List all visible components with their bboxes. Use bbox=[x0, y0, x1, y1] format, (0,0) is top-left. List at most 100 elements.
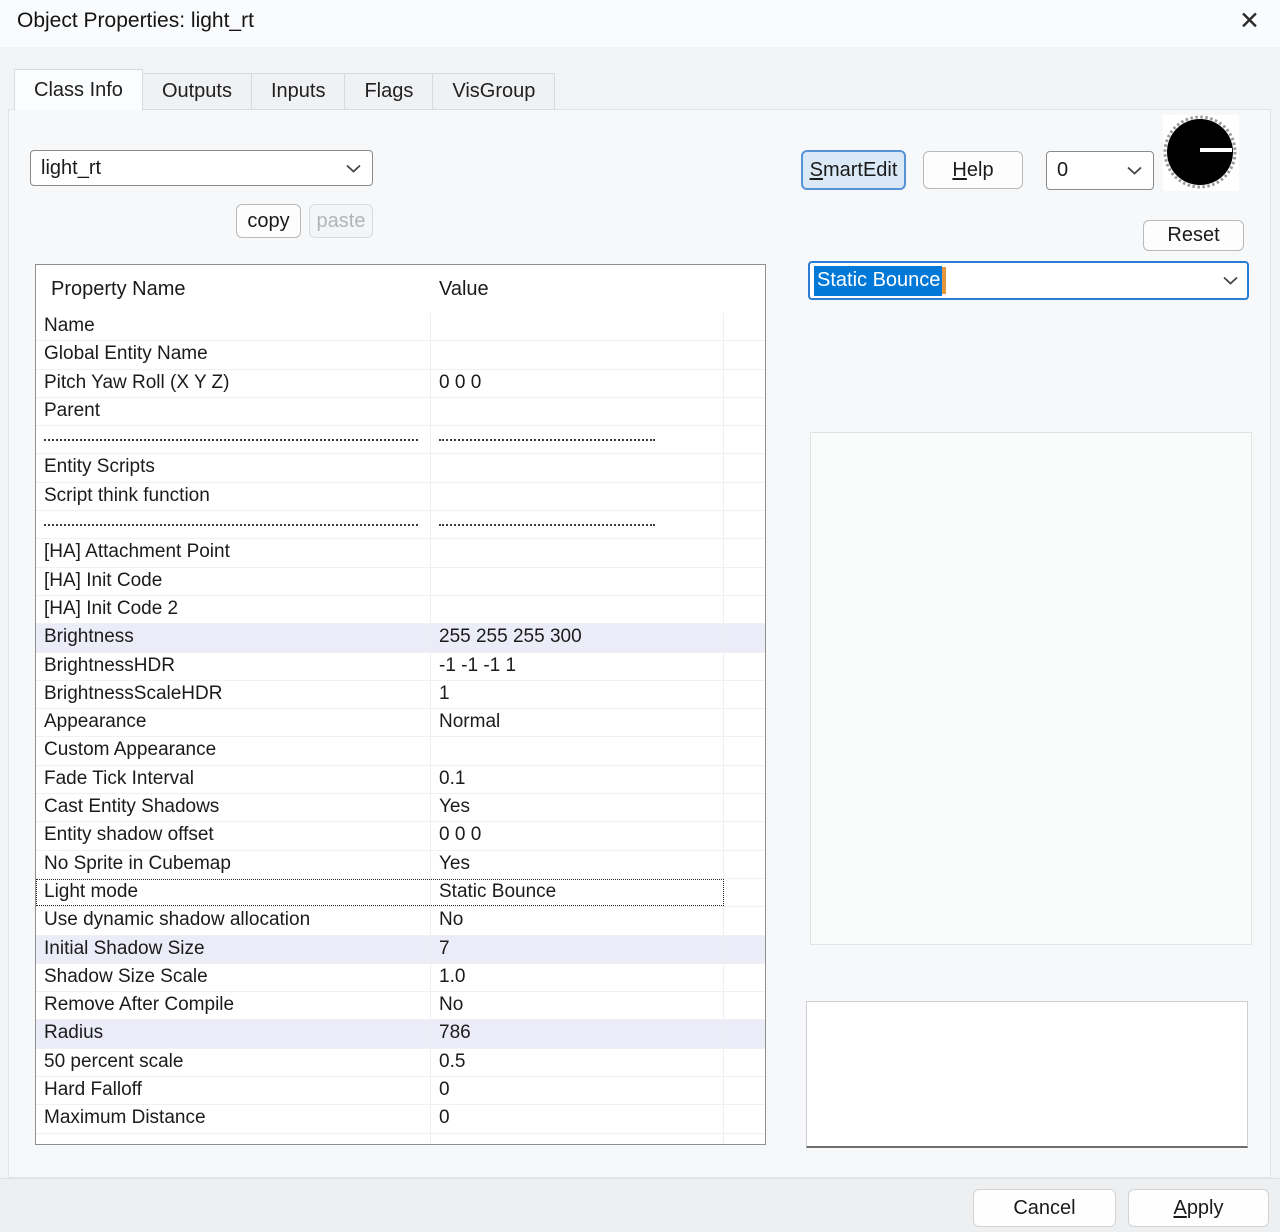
tab-class-info[interactable]: Class Info bbox=[14, 69, 143, 111]
property-row[interactable]: Brightness255 255 255 300 bbox=[36, 624, 765, 652]
property-value-cell[interactable]: 0.1 bbox=[431, 766, 724, 793]
property-row[interactable]: [HA] Attachment Point bbox=[36, 539, 765, 567]
angles-combobox[interactable]: 0 bbox=[1046, 151, 1154, 190]
property-row[interactable]: Global Entity Name bbox=[36, 341, 765, 369]
property-row[interactable]: Entity Scripts bbox=[36, 454, 765, 482]
property-row[interactable]: Parent bbox=[36, 398, 765, 426]
property-value-cell[interactable]: 255 255 255 300 bbox=[431, 624, 724, 651]
property-value-cell[interactable]: 0 0 0 bbox=[431, 822, 724, 849]
property-name-cell[interactable]: Name bbox=[36, 313, 431, 340]
property-value-cell[interactable]: 0 bbox=[431, 1077, 724, 1104]
property-row[interactable]: 50 percent scale0.5 bbox=[36, 1049, 765, 1077]
tab-visgroup[interactable]: VisGroup bbox=[433, 73, 555, 110]
property-row[interactable] bbox=[36, 1134, 765, 1145]
property-value-cell[interactable]: 1 bbox=[431, 681, 724, 708]
property-name-cell[interactable]: [HA] Init Code 2 bbox=[36, 596, 431, 623]
property-row[interactable]: Use dynamic shadow allocationNo bbox=[36, 907, 765, 935]
cancel-button[interactable]: Cancel bbox=[973, 1189, 1116, 1227]
property-name-cell[interactable]: Remove After Compile bbox=[36, 992, 431, 1019]
property-name-cell[interactable]: Parent bbox=[36, 398, 431, 425]
property-row[interactable]: Light modeStatic Bounce bbox=[36, 879, 765, 907]
property-row[interactable]: Pitch Yaw Roll (X Y Z)0 0 0 bbox=[36, 370, 765, 398]
property-value-cell[interactable]: No bbox=[431, 992, 724, 1019]
property-value-cell[interactable]: Normal bbox=[431, 709, 724, 736]
smartedit-button[interactable]: SmartEdit bbox=[801, 150, 906, 190]
property-row[interactable]: Shadow Size Scale1.0 bbox=[36, 964, 765, 992]
property-value-cell[interactable]: 0 bbox=[431, 1105, 724, 1132]
property-value-cell[interactable]: No bbox=[431, 907, 724, 934]
comments-input[interactable] bbox=[806, 1001, 1248, 1148]
property-row[interactable]: Cast Entity ShadowsYes bbox=[36, 794, 765, 822]
property-name-cell[interactable]: Pitch Yaw Roll (X Y Z) bbox=[36, 370, 431, 397]
copy-button[interactable]: copy bbox=[236, 204, 301, 238]
property-name-cell[interactable]: No Sprite in Cubemap bbox=[36, 851, 431, 878]
property-name-cell[interactable]: Shadow Size Scale bbox=[36, 964, 431, 991]
property-name-cell[interactable]: Initial Shadow Size bbox=[36, 936, 431, 963]
property-row[interactable]: No Sprite in CubemapYes bbox=[36, 851, 765, 879]
tab-inputs[interactable]: Inputs bbox=[252, 73, 345, 110]
property-row[interactable]: Name bbox=[36, 313, 765, 341]
property-name-cell[interactable]: Cast Entity Shadows bbox=[36, 794, 431, 821]
property-value-cell[interactable]: -1 -1 -1 1 bbox=[431, 653, 724, 680]
property-row[interactable]: Radius786 bbox=[36, 1020, 765, 1048]
property-row[interactable]: Script think function bbox=[36, 483, 765, 511]
keyvalue-edit-combobox[interactable]: Static Bounce bbox=[808, 261, 1249, 300]
property-value-cell[interactable] bbox=[431, 568, 724, 595]
property-row[interactable]: Maximum Distance0 bbox=[36, 1105, 765, 1133]
property-row[interactable]: BrightnessScaleHDR1 bbox=[36, 681, 765, 709]
property-value-cell[interactable]: 7 bbox=[431, 936, 724, 963]
reset-button[interactable]: Reset bbox=[1143, 220, 1244, 251]
property-name-cell[interactable]: Hard Falloff bbox=[36, 1077, 431, 1104]
tab-flags[interactable]: Flags bbox=[345, 73, 433, 110]
property-name-cell[interactable]: Appearance bbox=[36, 709, 431, 736]
property-value-cell[interactable]: 0 0 0 bbox=[431, 370, 724, 397]
property-name-cell[interactable]: Radius bbox=[36, 1020, 431, 1047]
property-value-cell[interactable] bbox=[431, 539, 724, 566]
property-row[interactable]: Entity shadow offset0 0 0 bbox=[36, 822, 765, 850]
property-name-cell[interactable]: Entity Scripts bbox=[36, 454, 431, 481]
property-value-cell[interactable] bbox=[431, 1134, 724, 1145]
property-name-cell[interactable]: BrightnessScaleHDR bbox=[36, 681, 431, 708]
property-row[interactable]: Remove After CompileNo bbox=[36, 992, 765, 1020]
property-name-cell[interactable]: 50 percent scale bbox=[36, 1049, 431, 1076]
property-name-cell[interactable]: [HA] Init Code bbox=[36, 568, 431, 595]
property-row[interactable]: Initial Shadow Size7 bbox=[36, 936, 765, 964]
property-name-cell[interactable] bbox=[36, 1134, 431, 1145]
property-name-cell[interactable]: Use dynamic shadow allocation bbox=[36, 907, 431, 934]
property-value-cell[interactable]: 1.0 bbox=[431, 964, 724, 991]
property-table[interactable]: Property Name Value NameGlobal Entity Na… bbox=[35, 264, 766, 1145]
help-button[interactable]: Help bbox=[923, 151, 1023, 189]
property-name-cell[interactable]: Maximum Distance bbox=[36, 1105, 431, 1132]
tab-outputs[interactable]: Outputs bbox=[143, 73, 252, 110]
property-name-cell[interactable]: Script think function bbox=[36, 483, 431, 510]
property-value-cell[interactable] bbox=[431, 341, 724, 368]
property-name-cell[interactable]: [HA] Attachment Point bbox=[36, 539, 431, 566]
property-value-cell[interactable] bbox=[431, 737, 724, 764]
property-value-cell[interactable] bbox=[431, 454, 724, 481]
property-row[interactable]: AppearanceNormal bbox=[36, 709, 765, 737]
angle-dial[interactable] bbox=[1163, 115, 1239, 191]
property-row[interactable]: BrightnessHDR-1 -1 -1 1 bbox=[36, 653, 765, 681]
property-name-cell[interactable]: Fade Tick Interval bbox=[36, 766, 431, 793]
property-name-cell[interactable]: Custom Appearance bbox=[36, 737, 431, 764]
class-combobox[interactable]: light_rt bbox=[30, 150, 373, 186]
property-row[interactable]: [HA] Init Code 2 bbox=[36, 596, 765, 624]
apply-button[interactable]: Apply bbox=[1128, 1189, 1269, 1227]
property-row[interactable]: Custom Appearance bbox=[36, 737, 765, 765]
property-value-cell[interactable] bbox=[431, 398, 724, 425]
property-name-cell[interactable]: Brightness bbox=[36, 624, 431, 651]
property-row[interactable]: Hard Falloff0 bbox=[36, 1077, 765, 1105]
property-row[interactable]: Fade Tick Interval0.1 bbox=[36, 766, 765, 794]
property-row[interactable]: [HA] Init Code bbox=[36, 568, 765, 596]
property-value-cell[interactable]: Yes bbox=[431, 794, 724, 821]
property-value-cell[interactable] bbox=[431, 313, 724, 340]
close-icon[interactable]: ✕ bbox=[1233, 6, 1266, 36]
property-value-cell[interactable]: 0.5 bbox=[431, 1049, 724, 1076]
property-name-cell[interactable]: Global Entity Name bbox=[36, 341, 431, 368]
property-name-cell[interactable]: Light mode bbox=[36, 879, 431, 906]
property-value-cell[interactable] bbox=[431, 483, 724, 510]
property-value-cell[interactable]: Yes bbox=[431, 851, 724, 878]
property-value-cell[interactable]: Static Bounce bbox=[431, 879, 724, 906]
property-name-cell[interactable]: BrightnessHDR bbox=[36, 653, 431, 680]
property-value-cell[interactable] bbox=[431, 596, 724, 623]
